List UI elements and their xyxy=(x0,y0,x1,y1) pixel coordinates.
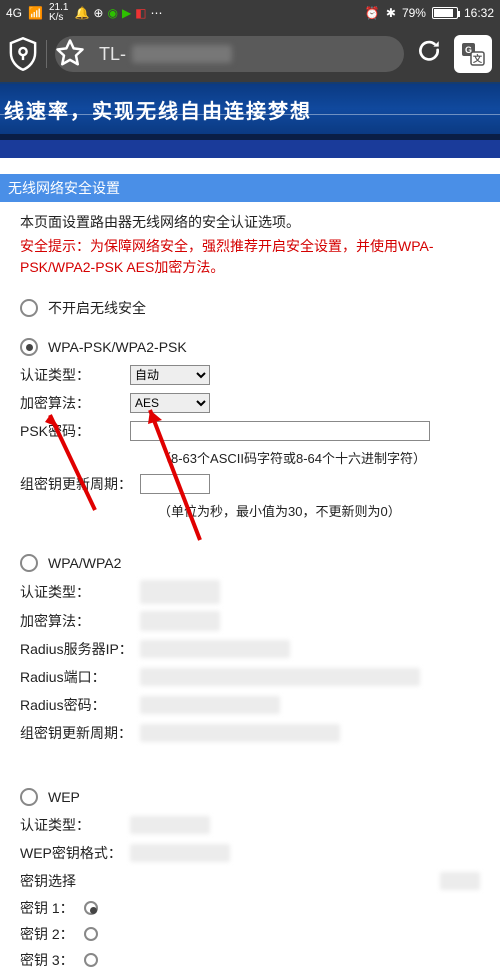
status-right: ⏰ ✱ 79% 16:32 xyxy=(365,6,494,20)
intro-text: 本页面设置路由器无线网络的安全认证选项。 xyxy=(20,212,480,232)
browser-toolbar: TL- G文 xyxy=(0,26,500,82)
url-obscured xyxy=(132,45,232,63)
wep-sel-label: 密钥选择 xyxy=(20,871,130,891)
shield-icon[interactable] xyxy=(8,37,38,71)
wep-auth-value[interactable] xyxy=(130,816,210,834)
option-none: 不开启无线安全 xyxy=(20,298,480,318)
psk-auth-label: 认证类型： xyxy=(20,365,130,385)
wpa-radius-port-label: Radius端口： xyxy=(20,667,140,687)
android-status-bar: 4G 📶 21.1 K/s 🔔 ⊕ ◉ ▶ ◧ ⋯ ⏰ ✱ 79% 16:32 xyxy=(0,0,500,26)
wpa-gtk-value[interactable] xyxy=(140,724,340,742)
wep-key1-label: 密钥 1： xyxy=(20,898,76,918)
bookmark-button[interactable] xyxy=(55,38,85,71)
wep-key3-radio[interactable] xyxy=(84,953,98,967)
battery-icon xyxy=(432,7,458,19)
banner-text: 线速率，实现无线自由连接梦想 xyxy=(4,95,312,124)
wpa-radius-ip-value[interactable] xyxy=(140,640,290,658)
page-banner: 线速率，实现无线自由连接梦想 xyxy=(0,82,500,140)
wpa-gtk-label: 组密钥更新周期： xyxy=(20,723,140,743)
alarm-icon: ⏰ xyxy=(365,6,380,20)
wechat-icon: ◉ xyxy=(107,6,117,20)
translate-button[interactable]: G文 xyxy=(454,35,492,73)
clock: 16:32 xyxy=(464,6,494,20)
radio-none[interactable] xyxy=(20,299,38,317)
radio-wpa[interactable] xyxy=(20,554,38,572)
psk-gtk-input[interactable] xyxy=(140,474,210,494)
security-warning: 安全提示：为保障网络安全，强烈推荐开启安全设置，并使用WPA-PSK/WPA2-… xyxy=(20,236,480,278)
radio-wep-label: WEP xyxy=(48,789,80,805)
radio-wpa-label: WPA/WPA2 xyxy=(48,555,121,571)
svg-text:文: 文 xyxy=(472,53,483,64)
psk-gtk-hint: （单位为秒，最小值为30，不更新则为0） xyxy=(158,501,480,520)
wpa-auth-value[interactable] xyxy=(140,580,220,604)
wpa-enc-value[interactable] xyxy=(140,611,220,631)
psk-auth-select[interactable]: 自动 xyxy=(130,365,210,385)
notif-icons: 🔔 ⊕ ◉ ▶ ◧ ⋯ xyxy=(74,6,162,20)
video-icon: ▶ xyxy=(122,6,131,20)
chat-icon: ⊕ xyxy=(93,6,103,20)
radio-none-label: 不开启无线安全 xyxy=(48,298,146,318)
section-title: 无线网络安全设置 xyxy=(0,174,500,202)
wep-key2-label: 密钥 2： xyxy=(20,924,76,944)
net-speed-unit: K/s xyxy=(49,12,63,23)
more-icon: ⋯ xyxy=(151,6,163,20)
wpa-radius-pwd-value[interactable] xyxy=(140,696,280,714)
wep-key2-radio[interactable] xyxy=(84,927,98,941)
psk-enc-select[interactable]: AES xyxy=(130,393,210,413)
page-content: 本页面设置路由器无线网络的安全认证选项。 安全提示：为保障网络安全，强烈推荐开启… xyxy=(0,202,500,970)
wpa-auth-label: 认证类型： xyxy=(20,582,140,602)
wep-fmt-value[interactable] xyxy=(130,844,230,862)
wep-key1-radio[interactable] xyxy=(84,901,98,915)
wep-key3-label: 密钥 3： xyxy=(20,950,76,970)
app-icon: ◧ xyxy=(135,6,146,20)
radio-wpa-psk[interactable] xyxy=(20,338,38,356)
option-wpa-psk: WPA-PSK/WPA2-PSK 认证类型： 自动 加密算法： AES PSK密… xyxy=(20,338,480,520)
psk-password-input[interactable] xyxy=(130,421,430,441)
network-type: 4G xyxy=(6,6,22,20)
wep-auth-label: 认证类型： xyxy=(20,815,130,835)
net-speed: 21.1 K/s xyxy=(49,3,68,23)
option-wpa: WPA/WPA2 认证类型： 加密算法： Radius服务器IP： Radius… xyxy=(20,554,480,744)
reload-button[interactable] xyxy=(412,38,446,71)
wpa-radius-port-value[interactable] xyxy=(140,668,420,686)
radio-wep[interactable] xyxy=(20,788,38,806)
option-wep: WEP 认证类型： WEP密钥格式： 密钥选择 密钥 1： 密钥 2： 密钥 3… xyxy=(20,788,480,970)
radio-wpa-psk-label: WPA-PSK/WPA2-PSK xyxy=(48,339,187,355)
psk-password-label: PSK密码： xyxy=(20,421,130,441)
wifi-icon: 📶 xyxy=(28,6,43,20)
status-left: 4G 📶 21.1 K/s 🔔 ⊕ ◉ ▶ ◧ ⋯ xyxy=(6,3,163,23)
toolbar-divider xyxy=(46,40,47,68)
wep-fmt-label: WEP密钥格式： xyxy=(20,843,130,863)
wpa-radius-pwd-label: Radius密码： xyxy=(20,695,140,715)
psk-enc-label: 加密算法： xyxy=(20,393,130,413)
psk-password-hint: （8-63个ASCII码字符或8-64个十六进制字符） xyxy=(158,448,480,467)
wep-sel-value xyxy=(440,872,480,890)
wpa-radius-ip-label: Radius服务器IP： xyxy=(20,639,140,659)
bell-icon: 🔔 xyxy=(74,6,89,20)
psk-gtk-label: 组密钥更新周期： xyxy=(20,474,140,494)
bluetooth-icon: ✱ xyxy=(386,6,396,20)
url-bar[interactable]: TL- xyxy=(55,36,404,72)
url-text: TL- xyxy=(99,44,126,65)
wpa-enc-label: 加密算法： xyxy=(20,611,140,631)
banner-strip xyxy=(0,140,500,158)
battery-pct: 79% xyxy=(402,6,426,20)
